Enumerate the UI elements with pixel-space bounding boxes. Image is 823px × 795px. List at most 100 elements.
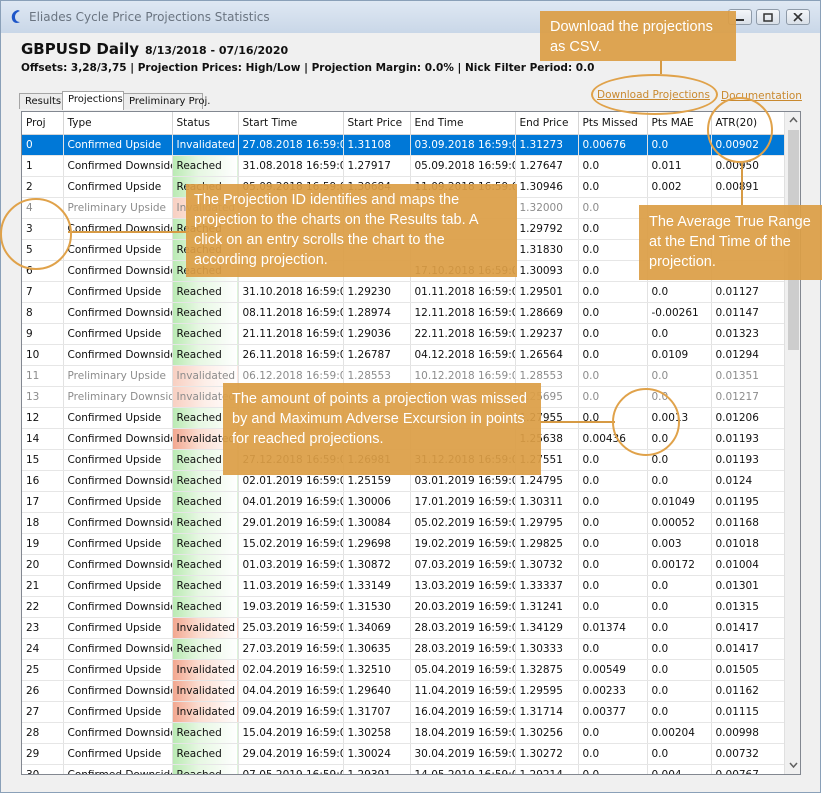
- table-row[interactable]: 10 Confirmed Downside Reached 26.11.2018 16…: [22, 344, 785, 366]
- table-row[interactable]: 23 Confirmed Upside Invalidated 25.03.2019 …: [22, 617, 785, 639]
- table-cell: 0.0: [578, 281, 648, 303]
- table-cell: 28.03.2019 16:59:00: [410, 638, 516, 660]
- table-cell: 1.33149: [343, 575, 411, 597]
- column-header[interactable]: Start Time: [238, 112, 344, 135]
- table-cell: 0.011: [647, 155, 712, 177]
- column-header[interactable]: Proj: [22, 112, 64, 135]
- table-cell: Reached: [172, 554, 239, 576]
- table-cell: 0.0: [578, 554, 648, 576]
- table-cell: 25.03.2019 16:59:00: [238, 617, 344, 639]
- column-header[interactable]: Pts MAE: [647, 112, 712, 135]
- table-cell: 0.00172: [647, 554, 712, 576]
- table-cell: 0.0: [578, 155, 648, 177]
- table-cell: 05.09.2018 16:59:00: [410, 155, 516, 177]
- table-cell: Reached: [172, 323, 239, 345]
- table-row[interactable]: 22 Confirmed Downside Reached 19.03.2019 16…: [22, 596, 785, 618]
- table-cell: 0.0: [578, 722, 648, 744]
- table-row[interactable]: 9 Confirmed Upside Reached 21.11.2018 16:59…: [22, 323, 785, 345]
- table-cell: 0.0: [578, 302, 648, 324]
- table-cell: 10: [22, 344, 64, 366]
- table-row[interactable]: 26 Confirmed Downside Invalidated 04.04.201…: [22, 680, 785, 702]
- table-cell: 0.0: [578, 260, 648, 282]
- table-row[interactable]: 28 Confirmed Downside Reached 15.04.2019 16…: [22, 722, 785, 744]
- scroll-up-icon[interactable]: [789, 116, 798, 125]
- table-row[interactable]: 30 Confirmed Downside Reached 07.05.2019 16…: [22, 764, 785, 774]
- date-range: 8/13/2018 - 07/16/2020: [145, 44, 289, 57]
- table-row[interactable]: 18 Confirmed Downside Reached 29.01.2019 16…: [22, 512, 785, 534]
- download-callout: Download the projections as CSV.: [540, 11, 736, 61]
- table-cell: 1.29698: [343, 533, 411, 555]
- table-cell: 0.01193: [711, 449, 785, 471]
- table-cell: 04.01.2019 16:59:00: [238, 491, 344, 513]
- download-highlight-circle: [591, 74, 718, 115]
- table-row[interactable]: 19 Confirmed Upside Reached 15.02.2019 16:5…: [22, 533, 785, 555]
- table-cell: 0.01195: [711, 491, 785, 513]
- table-cell: 1.30946: [515, 176, 579, 198]
- column-header[interactable]: Start Price: [343, 112, 411, 135]
- table-cell: 1.29391: [343, 764, 411, 774]
- table-cell: 1.30084: [343, 512, 411, 534]
- table-cell: Confirmed Downside: [63, 596, 173, 618]
- table-cell: Confirmed Downside: [63, 680, 173, 702]
- table-row[interactable]: 27 Confirmed Upside Invalidated 09.04.2019 …: [22, 701, 785, 723]
- table-cell: 2: [22, 176, 64, 198]
- table-row[interactable]: 29 Confirmed Upside Reached 29.04.2019 16:5…: [22, 743, 785, 765]
- tab-results[interactable]: Results: [19, 93, 63, 109]
- table-header: Proj Type Status Start Time Start Price End T…: [22, 112, 785, 135]
- table-cell: Confirmed Downside: [63, 344, 173, 366]
- table-cell: Invalidated: [172, 134, 239, 156]
- table-cell: 1.27647: [515, 155, 579, 177]
- table-cell: 14.05.2019 16:59:00: [410, 764, 516, 774]
- maximize-button[interactable]: [756, 9, 780, 25]
- table-cell: Confirmed Upside: [63, 575, 173, 597]
- table-cell: 0.004: [647, 764, 712, 774]
- table-cell: 1.30872: [343, 554, 411, 576]
- table-cell: Confirmed Upside: [63, 533, 173, 555]
- table-cell: 0.01206: [711, 407, 785, 429]
- table-cell: 30.04.2019 16:59:00: [410, 743, 516, 765]
- table-row[interactable]: 8 Confirmed Downside Reached 08.11.2018 16:…: [22, 302, 785, 324]
- table-cell: 0.00377: [578, 701, 648, 723]
- table-row[interactable]: 1 Confirmed Downside Reached 31.08.2018 16:…: [22, 155, 785, 177]
- scroll-down-icon[interactable]: [789, 760, 798, 769]
- table-cell: 0.00052: [647, 512, 712, 534]
- table-cell: Confirmed Downside: [63, 512, 173, 534]
- table-row[interactable]: 24 Confirmed Downside Reached 27.03.2019 16…: [22, 638, 785, 660]
- tab-projections[interactable]: Projections: [62, 91, 124, 110]
- table-row[interactable]: 17 Confirmed Upside Reached 04.01.2019 16:5…: [22, 491, 785, 513]
- table-row[interactable]: 0 Confirmed Upside Invalidated 27.08.2018 1…: [22, 134, 785, 156]
- table-cell: 0.0: [578, 323, 648, 345]
- table-cell: Confirmed Upside: [63, 407, 173, 429]
- table-cell: Reached: [172, 155, 239, 177]
- table-row[interactable]: 25 Confirmed Upside Invalidated 02.04.2019 …: [22, 659, 785, 681]
- column-header[interactable]: Pts Missed: [578, 112, 648, 135]
- table-cell: Confirmed Downside: [63, 554, 173, 576]
- settings-summary: Offsets: 3,28/3,75 | Projection Prices: …: [21, 62, 595, 74]
- table-cell: 1.31241: [515, 596, 579, 618]
- table-cell: 0.0: [647, 281, 712, 303]
- column-header[interactable]: End Time: [410, 112, 516, 135]
- column-header[interactable]: Type: [63, 112, 173, 135]
- column-header[interactable]: End Price: [515, 112, 579, 135]
- table-cell: 21: [22, 575, 64, 597]
- table-cell: 9: [22, 323, 64, 345]
- table-row[interactable]: 21 Confirmed Upside Reached 11.03.2019 16:5…: [22, 575, 785, 597]
- column-header[interactable]: Status: [172, 112, 239, 135]
- table-cell: 16.04.2019 16:59:00: [410, 701, 516, 723]
- table-cell: 0.0: [578, 239, 648, 261]
- atr-connector: [741, 163, 743, 205]
- table-cell: Reached: [172, 491, 239, 513]
- projection-id-callout: The Projection ID identifies and maps th…: [186, 184, 517, 277]
- table-cell: 31.10.2018 16:59:00: [238, 281, 344, 303]
- table-cell: 1: [22, 155, 64, 177]
- close-button[interactable]: [786, 9, 810, 25]
- table-cell: 09.04.2019 16:59:00: [238, 701, 344, 723]
- table-row[interactable]: 7 Confirmed Upside Reached 31.10.2018 16:59…: [22, 281, 785, 303]
- table-row[interactable]: 20 Confirmed Downside Reached 01.03.2019 16…: [22, 554, 785, 576]
- table-cell: 07.03.2019 16:59:00: [410, 554, 516, 576]
- table-cell: Confirmed Downside: [63, 470, 173, 492]
- table-cell: 31.08.2018 16:59:00: [238, 155, 344, 177]
- table-cell: 12.11.2018 16:59:00: [410, 302, 516, 324]
- tab-preliminary-proj[interactable]: Preliminary Proj.: [123, 93, 210, 109]
- table-cell: 0.0: [647, 134, 712, 156]
